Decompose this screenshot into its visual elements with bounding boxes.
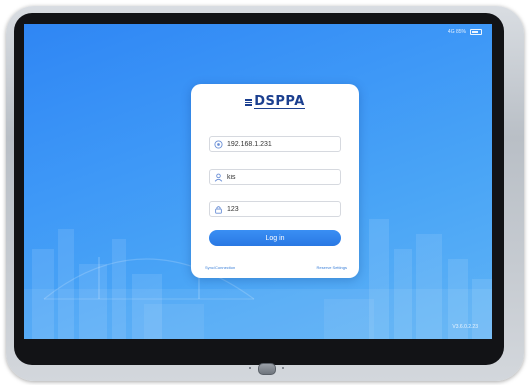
server-icon	[214, 139, 223, 149]
sensor-dot	[282, 367, 284, 369]
logo: DSPPA	[191, 94, 359, 109]
username-input[interactable]	[227, 173, 337, 181]
status-text: 4G 85%	[447, 29, 466, 35]
server-address-field[interactable]	[209, 136, 341, 152]
sensor-dot	[249, 367, 251, 369]
lock-icon	[214, 205, 223, 214]
version-label: V3.6.0.2.23	[452, 324, 478, 330]
connection-settings-link[interactable]: Sync/Connection	[205, 265, 235, 270]
login-button[interactable]: Log in	[209, 230, 341, 246]
password-field[interactable]	[209, 201, 341, 217]
server-address-input[interactable]	[227, 140, 337, 148]
app-screen: 4G 85% DSPPA 192.168.1.231 kis 123 Log i…	[24, 24, 492, 339]
password-input[interactable]	[227, 205, 337, 213]
user-icon	[214, 173, 223, 182]
reserve-settings-link[interactable]: Reserve Settings	[317, 265, 347, 270]
logo-text: DSPPA	[254, 94, 305, 109]
battery-icon	[470, 29, 482, 35]
login-card: DSPPA 192.168.1.231 kis 123 Log in Sync/…	[191, 84, 359, 278]
status-bar: 4G 85%	[448, 29, 482, 35]
home-button[interactable]	[258, 363, 276, 375]
username-field[interactable]	[209, 169, 341, 185]
logo-mark-icon	[245, 99, 253, 106]
